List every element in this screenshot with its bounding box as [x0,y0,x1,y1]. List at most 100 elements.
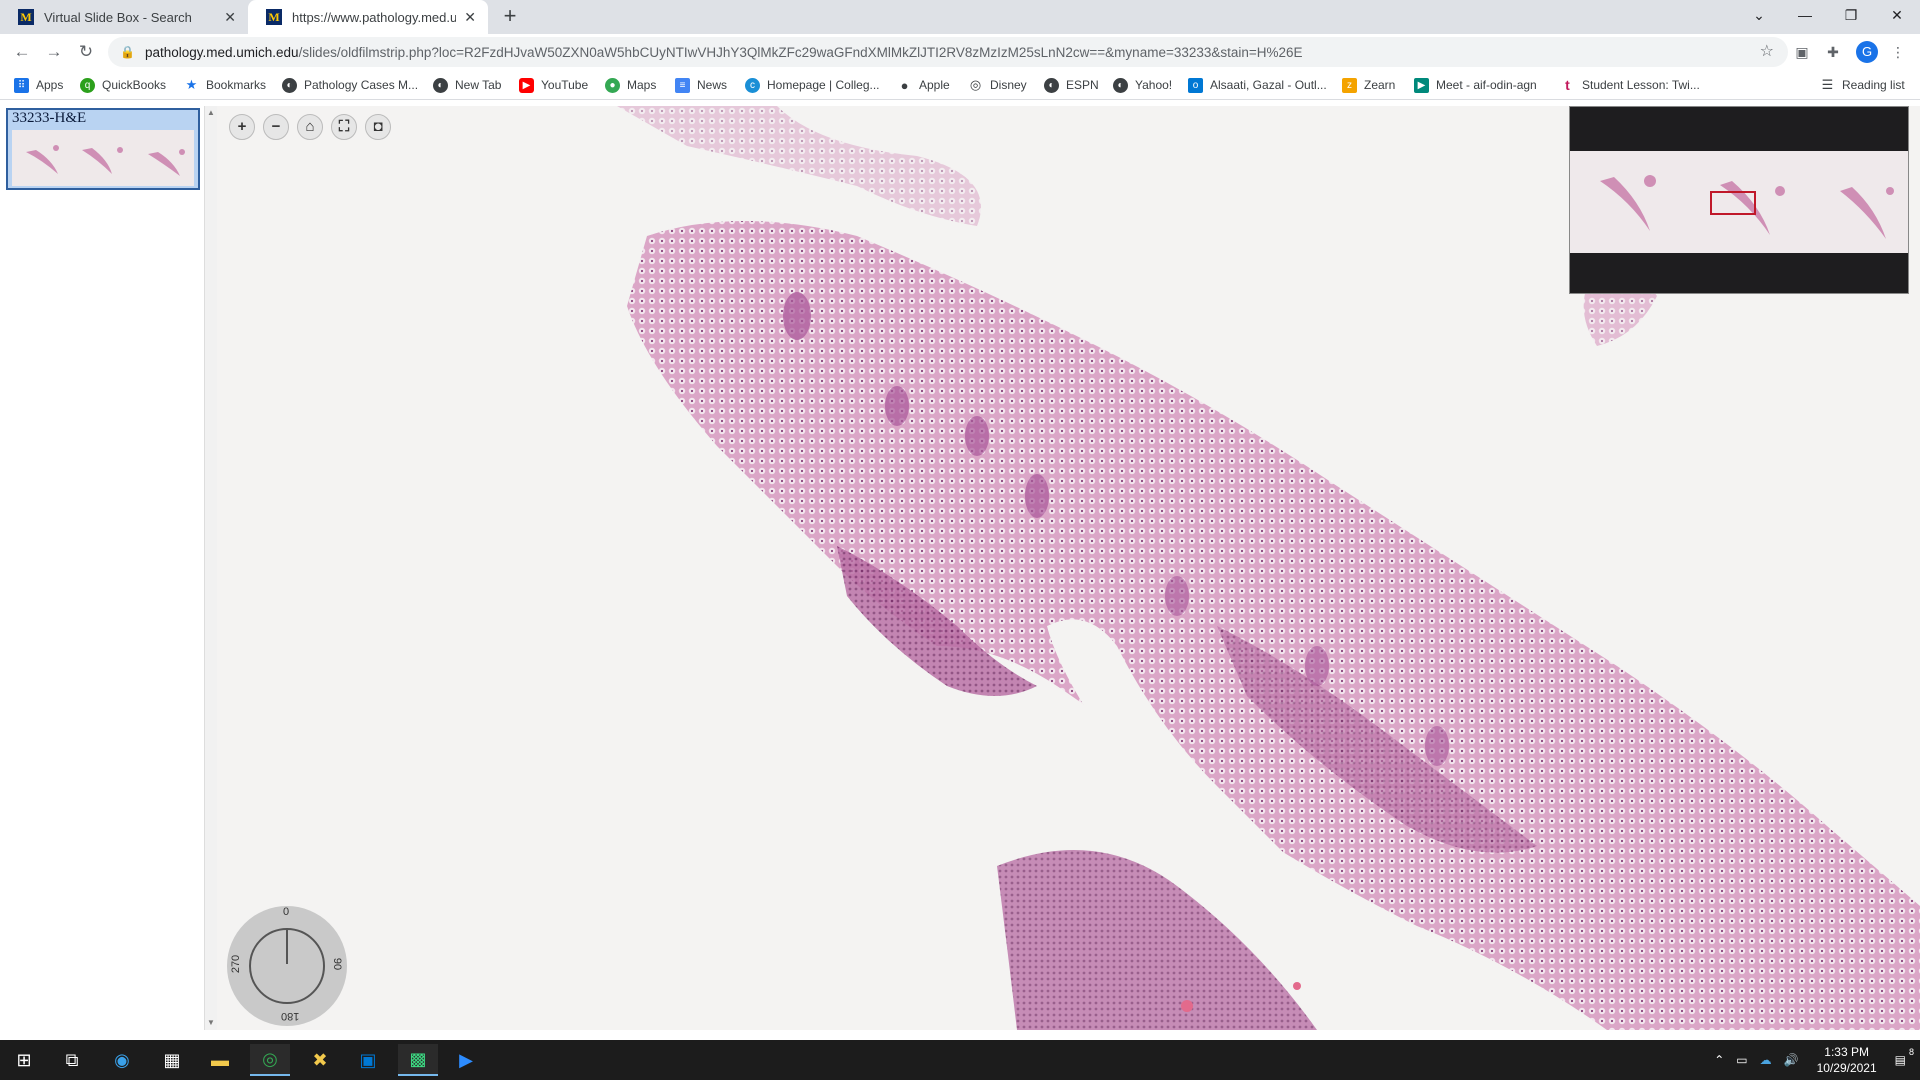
browser-toolbar: ← → ↻ 🔒 pathology.med.umich.edu/slides/o… [0,34,1920,70]
bookmark-news[interactable]: ≡ News [675,76,727,94]
slide-thumbnail[interactable]: 33233-H&E [6,108,200,190]
bookmark-label: News [697,78,728,92]
app-x-icon[interactable]: ✖ [300,1044,340,1076]
puzzle-extensions-icon[interactable]: ✚ [1823,42,1843,62]
bookmark-yahoo[interactable]: ◐ Yahoo! [1113,76,1172,94]
apple-icon: ● [900,77,909,93]
bookmark-label: Homepage | Colleg... [767,78,880,92]
reading-list-label: Reading list [1842,78,1905,92]
screenshot-camera-button[interactable]: ◘ [365,114,391,140]
kebab-menu-icon[interactable]: ⋮ [1888,42,1908,62]
reading-list-button[interactable]: ☰ Reading list [1820,76,1905,94]
bookmark-outlook[interactable]: o Alsaati, Gazal - Outl... [1188,76,1327,94]
tab-virtual-slide-box[interactable]: M Virtual Slide Box - Search ✕ [0,0,248,34]
profile-avatar[interactable]: G [1856,41,1878,63]
bookmark-label: Alsaati, Gazal - Outl... [1210,78,1327,92]
tray-chevron-icon[interactable]: ⌃ [1714,1053,1724,1067]
lock-icon: 🔒 [120,45,135,59]
back-arrow-icon[interactable]: ← [10,40,34,64]
slide-canvas[interactable]: + − ⌂ ⛶ ◘ 0 90 180 270 [217,106,1920,1030]
clock[interactable]: 1:33 PM 10/29/2021 [1817,1044,1877,1076]
dial-needle[interactable] [286,928,288,964]
bookmark-label: ESPN [1066,78,1099,92]
reading-list-icon: ☰ [1821,77,1834,92]
t-icon: t [1565,77,1570,93]
clock-time: 1:33 PM [1824,1045,1869,1059]
close-window-button[interactable]: ✕ [1874,0,1920,30]
bookmark-star-icon[interactable]: ☆ [1760,41,1774,61]
bookmark-label: Yahoo! [1135,78,1173,92]
bookmark-quickbooks[interactable]: q QuickBooks [80,76,166,94]
file-explorer-icon[interactable]: ▬ [200,1044,240,1076]
bookmark-meet[interactable]: ▶ Meet - aif-odin-agn [1414,76,1537,94]
bookmark-label: QuickBooks [102,78,167,92]
bookmark-new-tab[interactable]: ◐ New Tab [433,76,501,94]
zoom-icon[interactable]: ▶ [446,1044,486,1076]
college-icon: c [745,77,760,93]
bookmark-apple[interactable]: ● Apple [897,76,950,94]
fullscreen-button[interactable]: ⛶ [331,114,357,140]
new-tab-button[interactable]: + [498,5,522,29]
scroll-up-arrow-icon[interactable]: ▲ [205,106,217,120]
bookmark-apps[interactable]: ⠿ Apps [14,76,63,94]
umich-favicon-icon: M [266,9,282,25]
overview-viewport-box[interactable] [1710,191,1756,215]
chrome-icon[interactable]: ◎ [250,1044,290,1076]
task-view-icon[interactable]: ⧉ [52,1044,92,1076]
windows-taskbar: ⊞ ⧉ ◉ ▦ ▬ ◎ ✖ ▣ ▩ ▶ ⌃ ▭ ☁ 🔊 1:33 PM 10/2… [0,1040,1920,1080]
outlook-taskbar-icon[interactable]: ▣ [348,1044,388,1076]
rotation-dial[interactable]: 0 90 180 270 [227,906,347,1026]
bookmark-student-lesson[interactable]: t Student Lesson: Twi... [1560,76,1700,94]
star-icon: ★ [185,77,198,92]
close-tab-icon[interactable]: ✕ [224,9,236,26]
bookmark-label: Disney [990,78,1027,92]
zearn-icon: z [1342,77,1357,93]
dial-label-180: 180 [281,1010,300,1022]
outlook-icon: o [1188,77,1203,93]
volume-icon[interactable]: 🔊 [1784,1053,1799,1067]
filmstrip-panel: 33233-H&E [0,106,205,1030]
extension-icon[interactable]: ▣ [1792,42,1812,62]
notifications-icon[interactable]: ▤ 8 [1895,1047,1914,1067]
tab-search-chevron-icon[interactable]: ⌄ [1736,0,1782,30]
close-tab-icon[interactable]: ✕ [464,9,476,26]
home-button[interactable]: ⌂ [297,114,323,140]
filmstrip-scrollbar[interactable]: ▲ ▼ [205,106,217,1030]
bookmark-bookmarks[interactable]: ★ Bookmarks [184,76,266,94]
forward-arrow-icon[interactable]: → [42,40,66,64]
bookmark-maps[interactable]: ● Maps [605,76,656,94]
bookmark-label: Apps [36,78,64,92]
bookmark-disney[interactable]: ◎ Disney [968,76,1027,94]
slide-overview-minimap[interactable] [1569,106,1909,294]
zoom-in-button[interactable]: + [229,114,255,140]
quickbooks-icon: q [80,77,95,93]
globe-icon: ◐ [282,77,297,93]
bookmark-homepage-college[interactable]: c Homepage | Colleg... [745,76,880,94]
onedrive-icon[interactable]: ☁ [1760,1053,1772,1067]
slide-thumbnail-image [12,130,194,186]
bookmark-zearn[interactable]: z Zearn [1342,76,1395,94]
network-icon[interactable]: ▭ [1736,1053,1747,1067]
bookmark-label: Apple [919,78,950,92]
disney-icon: ◎ [969,77,982,92]
url-host: pathology.med.umich.edu [144,44,299,60]
edge-icon[interactable]: ◉ [102,1044,142,1076]
url-path: /slides/oldfilmstrip.php?loc=R2FzdHJvaW5… [298,44,1303,60]
bookmark-youtube[interactable]: ▶ YouTube [519,76,588,94]
tab-pathology-slide[interactable]: M https://www.pathology.med.umich.e ✕ [248,0,488,34]
youtube-icon: ▶ [519,77,534,93]
bookmark-pathology-cases[interactable]: ◐ Pathology Cases M... [282,76,418,94]
zoom-out-button[interactable]: − [263,114,289,140]
restore-button[interactable]: ❐ [1828,0,1874,30]
bookmark-label: Student Lesson: Twi... [1582,78,1700,92]
minimize-button[interactable]: — [1782,0,1828,30]
windows-start-icon[interactable]: ⊞ [4,1044,44,1076]
bookmark-label: New Tab [455,78,502,92]
bookmark-espn[interactable]: ◐ ESPN [1044,76,1099,94]
address-bar[interactable]: 🔒 pathology.med.umich.edu/slides/oldfilm… [108,37,1788,67]
scroll-down-arrow-icon[interactable]: ▼ [205,1016,217,1030]
store-icon[interactable]: ▦ [152,1044,192,1076]
apps-grid-icon: ⠿ [14,77,29,93]
photos-icon[interactable]: ▩ [398,1044,438,1076]
reload-icon[interactable]: ↻ [74,40,98,64]
